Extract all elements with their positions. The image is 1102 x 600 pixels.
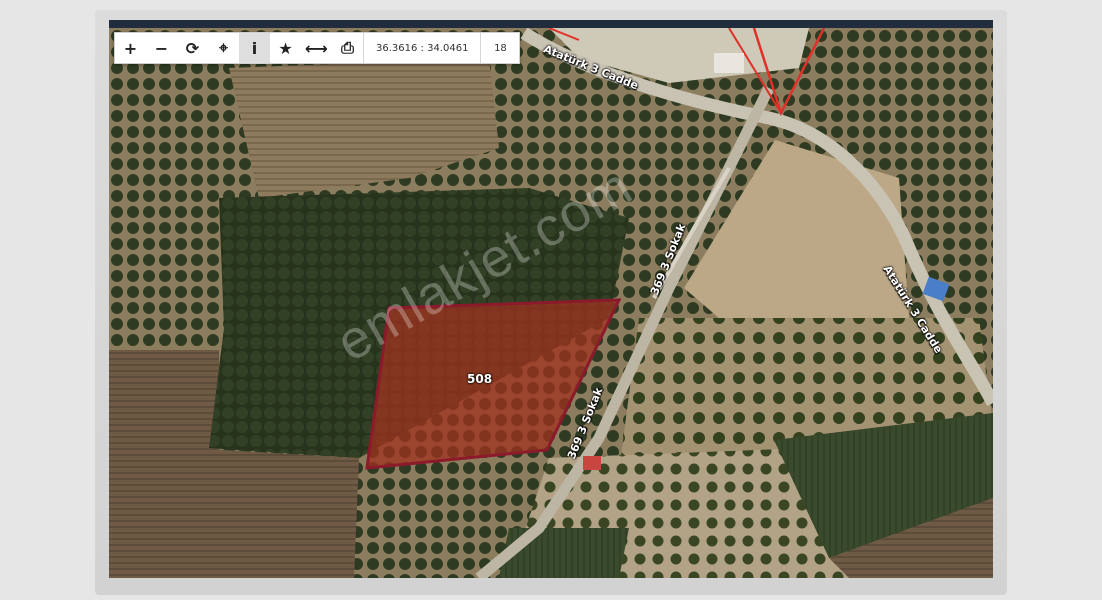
star-icon[interactable]: ★ xyxy=(270,33,301,63)
coordinates-readout: 36.3616 : 34.0461 xyxy=(363,33,480,63)
crosshair-icon[interactable]: ⌖ xyxy=(208,33,239,63)
map-top-bar xyxy=(109,20,993,28)
info-icon[interactable]: i xyxy=(239,33,270,63)
plus-icon[interactable]: + xyxy=(115,33,146,63)
zoom-level-readout: 18 xyxy=(480,33,519,63)
printer-icon[interactable]: ⎙ xyxy=(332,33,363,63)
parcel-number-label[interactable]: 508 xyxy=(467,372,492,386)
refresh-icon[interactable]: ⟳ xyxy=(177,33,208,63)
map-viewport[interactable]: emlakjet.com Atatürk 3 Cadde Atatürk 3 C… xyxy=(109,20,993,578)
arrows-horizontal-icon[interactable]: ⟷ xyxy=(301,33,332,63)
map-toolbar: + − ⟳ ⌖ i ★ ⟷ ⎙ 36.3616 : 34.0461 18 xyxy=(114,32,521,64)
satellite-imagery[interactable] xyxy=(109,28,993,578)
minus-icon[interactable]: − xyxy=(146,33,177,63)
